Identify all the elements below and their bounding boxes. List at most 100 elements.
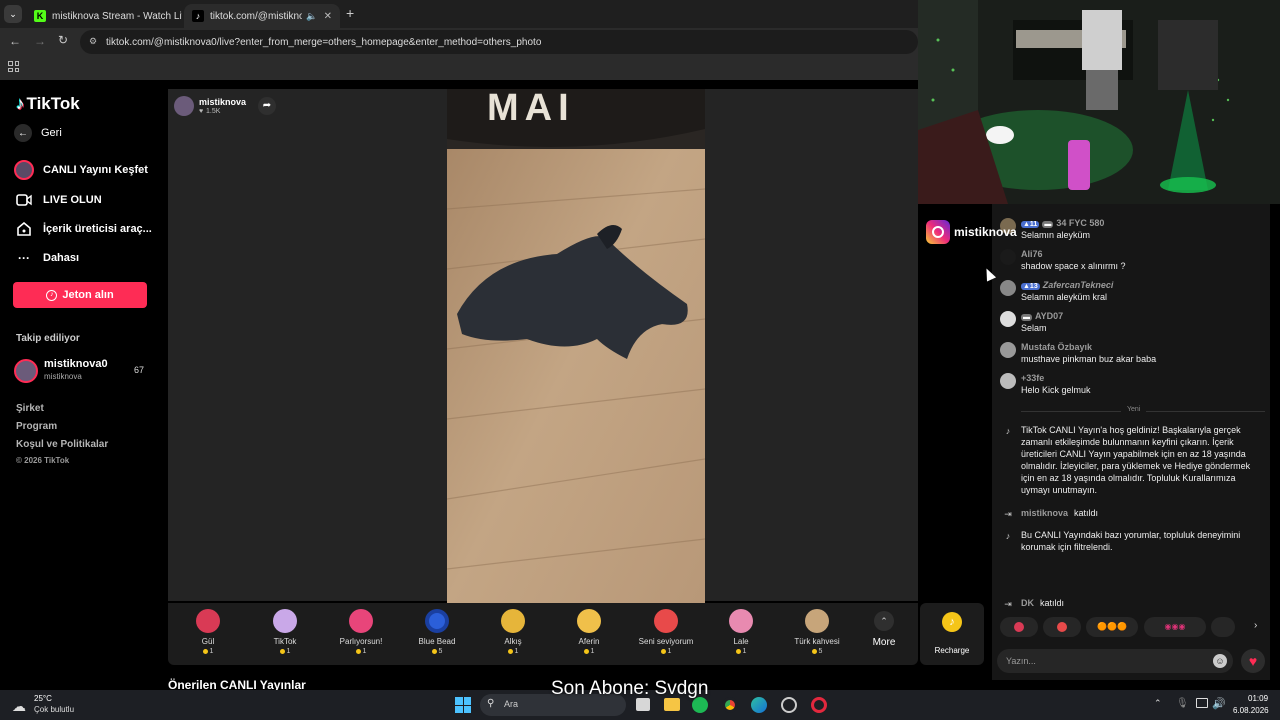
gift-turkish-coffee[interactable]: Türk kahvesi 5 — [782, 609, 852, 655]
live-avatar-icon — [14, 160, 34, 180]
volume-icon[interactable]: 🔊 — [1212, 697, 1226, 710]
tiktok-gift-icon — [273, 609, 297, 633]
quick-gift-slot[interactable] — [1043, 617, 1081, 637]
chat-text: Selamın aleyküm — [1021, 230, 1091, 240]
quick-gift-slot[interactable] — [1211, 617, 1235, 637]
share-icon[interactable]: ➦ — [258, 97, 276, 115]
app-icon[interactable] — [781, 697, 797, 713]
recharge-panel[interactable]: ♪ Recharge — [920, 603, 984, 665]
gift-well-done[interactable]: Aferin 1 — [554, 609, 624, 655]
gift-i-love-you[interactable]: Seni seviyorum 1 — [631, 609, 701, 655]
gift-shine[interactable]: Parlıyorsun! 1 — [326, 609, 396, 655]
quick-gift-slot[interactable] — [1000, 617, 1038, 637]
thumbs-up-icon — [577, 609, 601, 633]
microphone-icon[interactable]: 🎙 — [1176, 698, 1189, 709]
get-coins-button[interactable]: ♪ Jeton alın — [13, 282, 147, 308]
tiktok-logo[interactable]: ♪ TikTok — [16, 94, 80, 114]
like-button[interactable]: ♥ — [1241, 649, 1265, 673]
opera-icon[interactable] — [811, 697, 827, 713]
tab-tiktok[interactable]: ♪ tiktok.com/@mistiknova0/li 🔈 ✕ — [184, 4, 340, 28]
speaker-icon[interactable]: 🔈 — [306, 11, 317, 22]
footer-program[interactable]: Program — [16, 421, 57, 432]
gift-applause[interactable]: Alkış 1 — [478, 609, 548, 655]
level-badge: ▲11 — [1021, 221, 1040, 228]
avatar — [1000, 249, 1016, 265]
tray-chevron-icon[interactable]: ⌃ — [1154, 698, 1162, 709]
address-bar-row: ← → ↻ ⚙ tiktok.com/@mistiknova0/live?ent… — [0, 28, 918, 56]
evil-eye-icon — [425, 609, 449, 633]
back-icon[interactable]: ← — [9, 34, 21, 48]
gift-tiktok[interactable]: TikTok 1 — [250, 609, 320, 655]
video-camera-icon — [14, 190, 34, 210]
close-icon[interactable]: ✕ — [318, 11, 332, 22]
quick-gift-row: 🟠🟠🟠 ◉◉◉ › — [1000, 617, 1265, 639]
gift-price: 1 — [326, 648, 396, 655]
gift-rose[interactable]: Gül 1 — [173, 609, 243, 655]
windows-start-icon[interactable] — [455, 697, 471, 713]
chat-username: +33fe — [1021, 373, 1045, 383]
join-text: DK katıldı — [1021, 597, 1265, 609]
tiktok-note-icon: ♪ — [16, 94, 25, 113]
bookmarks-bar — [0, 56, 918, 80]
instagram-handle: mistiknova — [954, 225, 1017, 239]
gift-price: 5 — [402, 648, 472, 655]
following-handle: mistiknova — [44, 372, 82, 381]
chevron-up-icon: ⌃ — [874, 611, 894, 631]
host-likes: 1.5K — [206, 108, 221, 115]
search-icon: ⚲ — [487, 698, 495, 709]
chat-text: Helo Kick gelmuk — [1021, 385, 1091, 395]
clock-time[interactable]: 01:09 — [1248, 694, 1268, 703]
chat-username: Mustafa Özbayık — [1021, 342, 1093, 352]
site-info-icon[interactable]: ⚙ — [89, 36, 97, 47]
host-avatar — [174, 96, 194, 116]
forward-icon[interactable]: → — [34, 34, 46, 48]
tab-label: mistiknova Stream - Watch Live — [52, 10, 182, 22]
rose-icon — [196, 609, 220, 633]
search-label: Ara — [504, 699, 519, 709]
tiktok-icon: ♪ — [1005, 426, 1011, 436]
chat-text: Selamın aleyküm kral — [1021, 292, 1108, 302]
nav-more[interactable]: ··· Dahası — [14, 248, 79, 268]
chat-input[interactable]: Yazın... ☺ — [997, 649, 1233, 673]
gift-name: Parlıyorsun! — [339, 637, 383, 646]
following-item[interactable]: mistiknova0 mistiknova 67 — [14, 358, 148, 384]
reload-icon[interactable]: ↻ — [58, 33, 68, 47]
gift-icon — [1014, 622, 1024, 632]
gift-tulip[interactable]: Lale 1 — [706, 609, 776, 655]
filter-notice-text: Bu CANLI Yayındaki bazı yorumlar, toplul… — [1021, 530, 1241, 552]
nav-explore-live[interactable]: CANLI Yayını Keşfet — [14, 160, 148, 180]
clock-date[interactable]: 6.08.2026 — [1233, 706, 1269, 715]
edge-icon[interactable] — [751, 697, 767, 713]
chat-input-placeholder: Yazın... — [1006, 656, 1036, 666]
tab-menu-button[interactable]: ⌄ — [4, 5, 22, 23]
emoji-icon[interactable]: ☺ — [1213, 654, 1227, 668]
nav-back[interactable]: ← Geri — [14, 124, 62, 142]
nav-explore-label: CANLI Yayını Keşfet — [43, 164, 148, 176]
footer-terms[interactable]: Koşul ve Politikalar — [16, 439, 108, 450]
nav-go-live[interactable]: LIVE OLUN — [14, 190, 102, 210]
level-badge: ▲13 — [1021, 283, 1040, 290]
tiktok-icon: ♪ — [192, 10, 204, 22]
enter-icon: ⇥ — [1004, 509, 1012, 519]
ellipsis-icon: ··· — [18, 251, 30, 265]
url-input[interactable]: ⚙ tiktok.com/@mistiknova0/live?enter_fro… — [80, 30, 918, 54]
new-tab-button[interactable]: + — [346, 5, 354, 21]
gift-blue-bead[interactable]: Blue Bead 5 — [402, 609, 472, 655]
display-icon[interactable] — [1196, 698, 1208, 708]
instagram-overlay: mistiknova — [926, 220, 1017, 244]
avatar — [1000, 373, 1016, 389]
tab-kick[interactable]: K mistiknova Stream - Watch Live ✕ — [26, 4, 182, 28]
gift-more-button[interactable]: ⌃ More — [868, 611, 900, 648]
apps-icon[interactable] — [8, 61, 19, 72]
quick-gift-slot[interactable]: ◉◉◉ — [1144, 617, 1206, 637]
nav-creator-tools[interactable]: İçerik üreticisi araç... — [14, 219, 152, 239]
following-name: mistiknova0 — [44, 358, 108, 370]
gift-more-label: More — [872, 637, 896, 648]
footer-company[interactable]: Şirket — [16, 403, 44, 414]
chevron-right-icon[interactable]: › — [1254, 620, 1257, 631]
gift-name: Gül — [201, 637, 215, 646]
video-frame: MAI — [447, 89, 705, 603]
chrome-icon[interactable] — [722, 697, 738, 713]
home-icon — [14, 219, 34, 239]
quick-gift-slot[interactable]: 🟠🟠🟠 — [1086, 617, 1138, 637]
